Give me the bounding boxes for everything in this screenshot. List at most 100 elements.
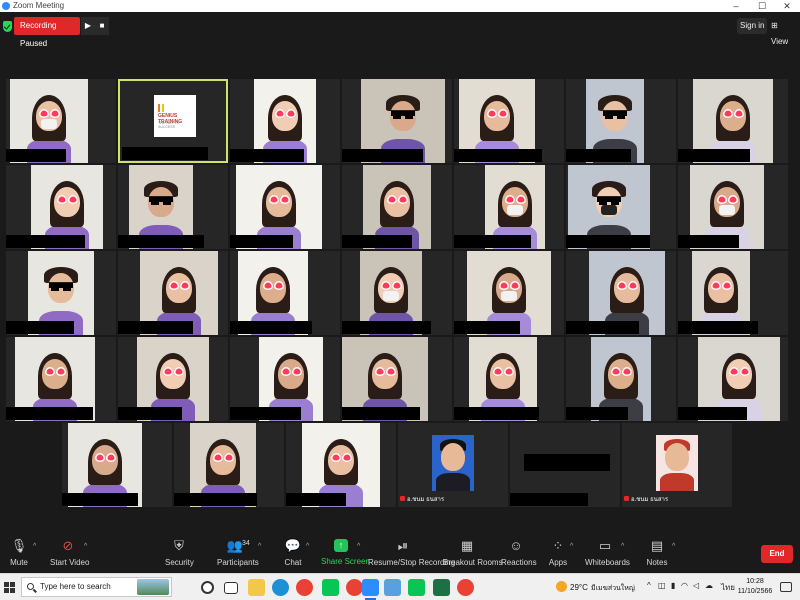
audio-options-caret[interactable]: ^ [33, 543, 36, 550]
reactions-label: Reactions [501, 558, 537, 567]
minimize-button[interactable]: – [722, 0, 750, 12]
search-highlight-image [137, 579, 169, 595]
participant-tile[interactable]: GENIUS TRAINING THE WAY TO SUCCESS [118, 79, 228, 163]
chat-options-caret[interactable]: ^ [306, 543, 309, 550]
participant-tile[interactable] [678, 251, 788, 335]
participant-tile[interactable] [510, 423, 620, 507]
reactions-button[interactable]: ☺ Reactions [501, 539, 537, 571]
heart-eyes-filter [212, 453, 234, 462]
edge-icon[interactable] [272, 579, 289, 596]
participant-tile[interactable] [118, 251, 228, 335]
notes-button[interactable]: ▤ Notes [645, 539, 669, 571]
zoom-icon[interactable] [362, 579, 379, 600]
stop-recording-button[interactable]: ■ [95, 17, 109, 35]
line-icon[interactable] [322, 579, 339, 596]
share-screen-button[interactable]: ↑ Share Screen [321, 539, 370, 571]
face-mask [719, 205, 735, 215]
weather-widget[interactable]: 29°C มีเมฆส่วนใหญ่ [556, 579, 644, 597]
participant-tile[interactable] [174, 423, 284, 507]
notes-options-caret[interactable]: ^ [672, 543, 675, 550]
participant-tile[interactable] [678, 337, 788, 421]
video-options-caret[interactable]: ^ [84, 543, 87, 550]
heart-icon [386, 195, 397, 204]
participant-tile[interactable] [342, 79, 452, 163]
system-clock[interactable]: 10:28 11/10/2566 [737, 577, 773, 597]
chrome-icon[interactable] [346, 579, 363, 596]
whiteboards-button[interactable]: ▭ Whiteboards [585, 539, 630, 571]
participant-tile[interactable] [118, 337, 228, 421]
start-video-button[interactable]: ⊘ Start Video [50, 539, 89, 571]
volume-icon[interactable]: ◁ [693, 581, 699, 590]
participant-tile[interactable] [342, 337, 452, 421]
heart-icon [498, 281, 509, 290]
participant-tile[interactable] [566, 337, 676, 421]
participant-tile[interactable] [454, 79, 564, 163]
show-hidden-icons-caret[interactable]: ^ [647, 581, 651, 590]
chrome-icon[interactable] [296, 579, 313, 596]
participant-tile[interactable] [286, 423, 396, 507]
participant-tile[interactable] [566, 251, 676, 335]
participant-tile[interactable] [454, 337, 564, 421]
participant-tile[interactable] [678, 79, 788, 163]
participant-tile[interactable] [454, 251, 564, 335]
battery-icon[interactable]: ▮ [671, 581, 675, 590]
taskbar-search-box[interactable]: Type here to search [21, 577, 172, 597]
weather-sun-icon [556, 581, 567, 592]
mute-button[interactable]: 🎙 Mute [6, 539, 32, 571]
line-icon[interactable] [408, 579, 425, 596]
excel-icon[interactable] [433, 579, 450, 596]
close-button[interactable]: ✕ [773, 0, 800, 12]
participants-options-caret[interactable]: ^ [258, 543, 261, 550]
participant-tile[interactable] [6, 337, 116, 421]
share-options-caret[interactable]: ^ [357, 543, 360, 550]
wifi-icon[interactable]: ◠ [681, 581, 688, 590]
participant-tile[interactable] [6, 251, 116, 335]
breakout-rooms-button[interactable]: ▦ Breakout Rooms [443, 539, 503, 571]
participant-tile[interactable]: อ.ชนม ธนสาร [622, 423, 732, 507]
security-shield-icon[interactable] [3, 21, 12, 32]
whiteboards-options-caret[interactable]: ^ [621, 543, 624, 550]
participant-tile[interactable] [230, 79, 340, 163]
heart-icon [268, 195, 279, 204]
apps-button[interactable]: ⁘ Apps [548, 539, 568, 571]
participant-tile[interactable] [6, 165, 116, 249]
notifications-icon[interactable] [780, 582, 792, 592]
chrome-icon[interactable] [457, 579, 474, 596]
participant-tile[interactable] [566, 165, 676, 249]
participant-tile[interactable] [454, 165, 564, 249]
file-explorer-icon[interactable] [248, 579, 265, 596]
sign-in-button[interactable]: Sign in [737, 18, 768, 34]
task-view-icon[interactable] [224, 582, 238, 594]
heart-icon [162, 367, 173, 376]
view-button[interactable]: ⊞ View [768, 18, 800, 46]
windows-start-icon[interactable] [4, 582, 15, 593]
participant-tile[interactable] [230, 337, 340, 421]
cortana-icon[interactable] [201, 581, 214, 594]
participant-tile[interactable] [342, 251, 452, 335]
participant-tile[interactable] [342, 165, 452, 249]
maximize-button[interactable]: ☐ [748, 0, 776, 12]
heart-icon [722, 109, 733, 118]
participant-tile[interactable] [230, 251, 340, 335]
input-language[interactable]: ไทย [721, 581, 735, 594]
window-title: Zoom Meeting [13, 1, 65, 10]
heart-eyes-filter [162, 367, 184, 376]
apps-options-caret[interactable]: ^ [570, 543, 573, 550]
onedrive-icon[interactable]: ☁ [705, 581, 713, 590]
chat-button[interactable]: 💬 Chat [282, 539, 304, 571]
end-meeting-button[interactable]: End [761, 545, 793, 563]
participant-tile[interactable] [678, 165, 788, 249]
participant-tile[interactable] [230, 165, 340, 249]
participant-tile[interactable] [118, 165, 228, 249]
resume-recording-button[interactable]: ▶ [81, 17, 95, 35]
mute-label: Mute [10, 558, 28, 567]
participant-tile[interactable] [6, 79, 116, 163]
security-button[interactable]: ⛨ Security [165, 539, 194, 571]
participant-tile[interactable] [566, 79, 676, 163]
resume-stop-recording-button[interactable]: ⏯ Resume/Stop Recording [368, 539, 455, 571]
participant-tile[interactable] [62, 423, 172, 507]
heart-eyes-filter [610, 367, 632, 376]
participant-tile[interactable]: อ.ชนม ธนสาร [398, 423, 508, 507]
zoom-tray-icon[interactable]: ◫ [658, 581, 666, 590]
files-icon[interactable] [384, 579, 401, 596]
